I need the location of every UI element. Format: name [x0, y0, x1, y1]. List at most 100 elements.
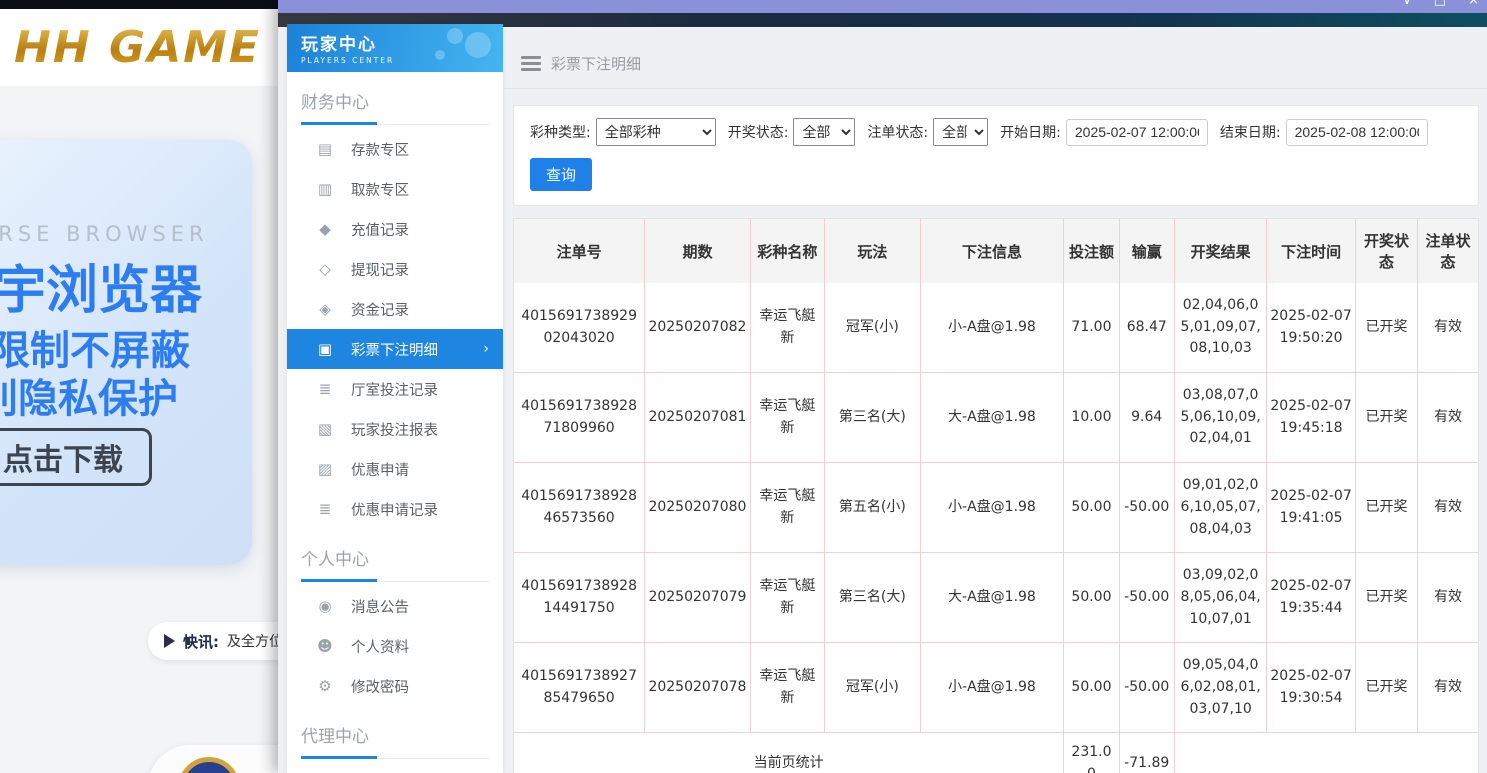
cell-draw-result: 09,05,04,06,02,08,01,03,07,10	[1173, 642, 1268, 734]
deposit-card-icon: ▤	[317, 140, 333, 158]
sidebar-section-title: 个人中心	[301, 550, 369, 570]
table-row: 401569173892902043020 20250207082 幸运飞艇新 冠军(…	[514, 283, 1478, 374]
cell-bet-amount: 10.00	[1063, 372, 1120, 464]
sidebar-item-修改密码[interactable]: ⚙ 修改密码	[287, 666, 503, 706]
col-header-draw-status: 开奖状态	[1354, 219, 1419, 283]
cell-bet-info: 大-A盘@1.98	[919, 552, 1065, 644]
download-button[interactable]: 点击下载	[0, 428, 152, 486]
sidebar-item-提现记录[interactable]: ◇ 提现记录	[287, 249, 503, 289]
sidebar-item-优惠申请[interactable]: ▨ 优惠申请	[287, 449, 503, 489]
cell-draw-status: 已开奖	[1354, 372, 1419, 464]
cell-draw-result: 03,08,07,05,06,10,09,02,04,01	[1173, 372, 1268, 464]
cell-bet-time: 2025-02-07 19:41:05	[1266, 462, 1356, 554]
cell-winloss: -50.00	[1118, 642, 1175, 734]
main-content: 彩票下注明细 彩种类型:全部彩种开奖状态:全部注单状态:全部开始日期:结束日期:…	[503, 27, 1487, 773]
col-header-lottery-name: 彩种名称	[749, 219, 826, 283]
filter-select-注单状态[interactable]: 全部	[933, 118, 989, 146]
table-header-row: 注单号 期数 彩种名称 玩法 下注信息 投注额 输赢 开奖结果 下注时间 开奖状态 注单状态	[514, 219, 1478, 283]
filter-label: 结束日期:	[1219, 125, 1281, 141]
cell-bet-amount: 50.00	[1063, 642, 1120, 734]
report-chart-icon: ▧	[317, 420, 333, 438]
sidebar-item-[interactable]: ≣	[287, 763, 503, 773]
sidebar-menu: 财务中心 ▤ 存款专区 ▥ 取款专区 ◆ 充值记录 ◇ 提现记录 ◈ 资金记录 ▣ 彩票下注明细 › ≣ 厅室…	[287, 72, 503, 773]
sidebar-item-玩家投注报表[interactable]: ▧ 玩家投注报表	[287, 409, 503, 449]
summary-winloss-total: -71.89	[1118, 732, 1175, 773]
sidebar-item-label: 彩票下注明细	[351, 342, 438, 359]
filter-input-结束日期[interactable]	[1285, 118, 1428, 146]
col-header-order-no: 注单号	[514, 219, 646, 283]
maximize-icon[interactable]: □	[1434, 0, 1446, 8]
sidebar-item-label: 优惠申请	[351, 462, 409, 479]
filter-input-开始日期[interactable]	[1065, 118, 1208, 146]
hamburger-icon[interactable]	[521, 56, 541, 71]
cell-lottery-name: 幸运飞艇新	[749, 462, 826, 554]
cell-winloss: 68.47	[1118, 283, 1175, 374]
col-header-bet-info: 下注信息	[919, 219, 1065, 283]
cell-bet-time: 2025-02-07 19:45:18	[1266, 372, 1356, 464]
hall-bet-record-icon: ≣	[318, 380, 332, 398]
col-header-bet-amount: 投注额	[1063, 219, 1120, 283]
sidebar-item-厅室投注记录[interactable]: ≣ 厅室投注记录	[287, 369, 503, 409]
cell-draw-result: 03,09,02,08,05,06,04,10,07,01	[1173, 552, 1268, 644]
cell-period: 20250207081	[644, 372, 751, 464]
filter-label: 彩种类型:	[530, 125, 591, 141]
cell-play-type: 第五名(小)	[824, 462, 921, 554]
caret-icon[interactable]: ∨	[1402, 0, 1412, 8]
lottery-detail-icon: ▣	[317, 340, 333, 358]
sidebar-item-label: 提现记录	[351, 262, 409, 279]
filter-select-彩种类型[interactable]: 全部彩种	[595, 118, 716, 146]
sidebar-item-label: 优惠申请记录	[351, 502, 438, 519]
cell-bet-time: 2025-02-07 19:30:54	[1266, 642, 1356, 734]
filter-card: 彩种类型:全部彩种开奖状态:全部注单状态:全部开始日期:结束日期: 查询	[513, 105, 1479, 206]
sidebar-item-存款专区[interactable]: ▤ 存款专区	[287, 129, 503, 169]
cell-winloss: -50.00	[1118, 552, 1175, 644]
sidebar-header: 玩家中心 PLAYERS CENTER	[287, 24, 503, 72]
cell-bet-amount: 50.00	[1063, 552, 1120, 644]
browser-promo-banner: ERSE BROWSER 宇浏览器 限制不屏蔽 别隐私保护 点击下载	[0, 140, 252, 565]
cell-bet-amount: 71.00	[1063, 283, 1120, 374]
withdraw-hand-icon: ▥	[317, 180, 333, 198]
col-header-period: 期数	[644, 219, 751, 283]
cell-play-type: 冠军(小)	[824, 642, 921, 734]
sidebar-item-彩票下注明细[interactable]: ▣ 彩票下注明细 ›	[287, 329, 503, 369]
bet-table: 注单号 期数 彩种名称 玩法 下注信息 投注额 输赢 开奖结果 下注时间 开奖状态 注单状态 401…	[514, 219, 1478, 773]
cell-order-status: 有效	[1417, 372, 1478, 464]
cell-draw-status: 已开奖	[1354, 642, 1419, 734]
sidebar-item-个人资料[interactable]: ☻ 个人资料	[287, 626, 503, 666]
promo-record-icon: ≣	[318, 500, 332, 518]
player-center-panel: ∨ □ × 玩家中心 PLAYERS CENTER 财务中心 ▤ 存款专区 ▥ 取款专区…	[278, 0, 1487, 773]
cell-period: 20250207082	[644, 283, 751, 374]
cell-play-type: 冠军(小)	[824, 283, 921, 374]
table-row: 401569173892871809960 20250207081 幸运飞艇新 第三名…	[514, 372, 1478, 464]
filter-select-开奖状态[interactable]: 全部	[793, 118, 856, 146]
close-icon[interactable]: ×	[1468, 0, 1479, 8]
cell-bet-amount: 50.00	[1063, 462, 1120, 554]
service-badge-icon	[178, 757, 240, 773]
sidebar-item-消息公告[interactable]: ◉ 消息公告	[287, 586, 503, 626]
sidebar-item-充值记录[interactable]: ◆ 充值记录	[287, 209, 503, 249]
promo-apply-icon: ▨	[317, 460, 333, 478]
bell-icon: ◉	[318, 597, 332, 615]
person-icon: ☻	[317, 637, 333, 655]
ticker-text: 及全方位	[227, 634, 283, 650]
sidebar-item-label: 厅室投注记录	[351, 382, 438, 399]
cell-order-no: 401569173892902043020	[514, 283, 646, 374]
page-title: 彩票下注明细	[551, 55, 642, 73]
cell-draw-result: 09,01,02,06,10,05,07,08,04,03	[1173, 462, 1268, 554]
gear-icon: ⚙	[318, 677, 332, 695]
moneybag-icon: ◆	[319, 220, 331, 238]
cell-winloss: 9.64	[1118, 372, 1175, 464]
filter-label: 开奖状态:	[727, 125, 789, 141]
banner-tagline: ERSE BROWSER	[0, 222, 209, 246]
filter-label: 注单状态:	[867, 125, 929, 141]
sidebar-item-取款专区[interactable]: ▥ 取款专区	[287, 169, 503, 209]
chevron-right-icon: ›	[483, 341, 489, 357]
search-button[interactable]: 查询	[530, 158, 593, 191]
cell-order-status: 有效	[1417, 462, 1478, 554]
sidebar-item-资金记录[interactable]: ◈ 资金记录	[287, 289, 503, 329]
main-header: 彩票下注明细	[503, 27, 1487, 89]
sidebar: 玩家中心 PLAYERS CENTER 财务中心 ▤ 存款专区 ▥ 取款专区 ◆ 充值记录 ◇…	[287, 24, 503, 773]
summary-empty	[1173, 732, 1478, 773]
sidebar-item-优惠申请记录[interactable]: ≣ 优惠申请记录	[287, 489, 503, 529]
cell-play-type: 第三名(大)	[824, 372, 921, 464]
